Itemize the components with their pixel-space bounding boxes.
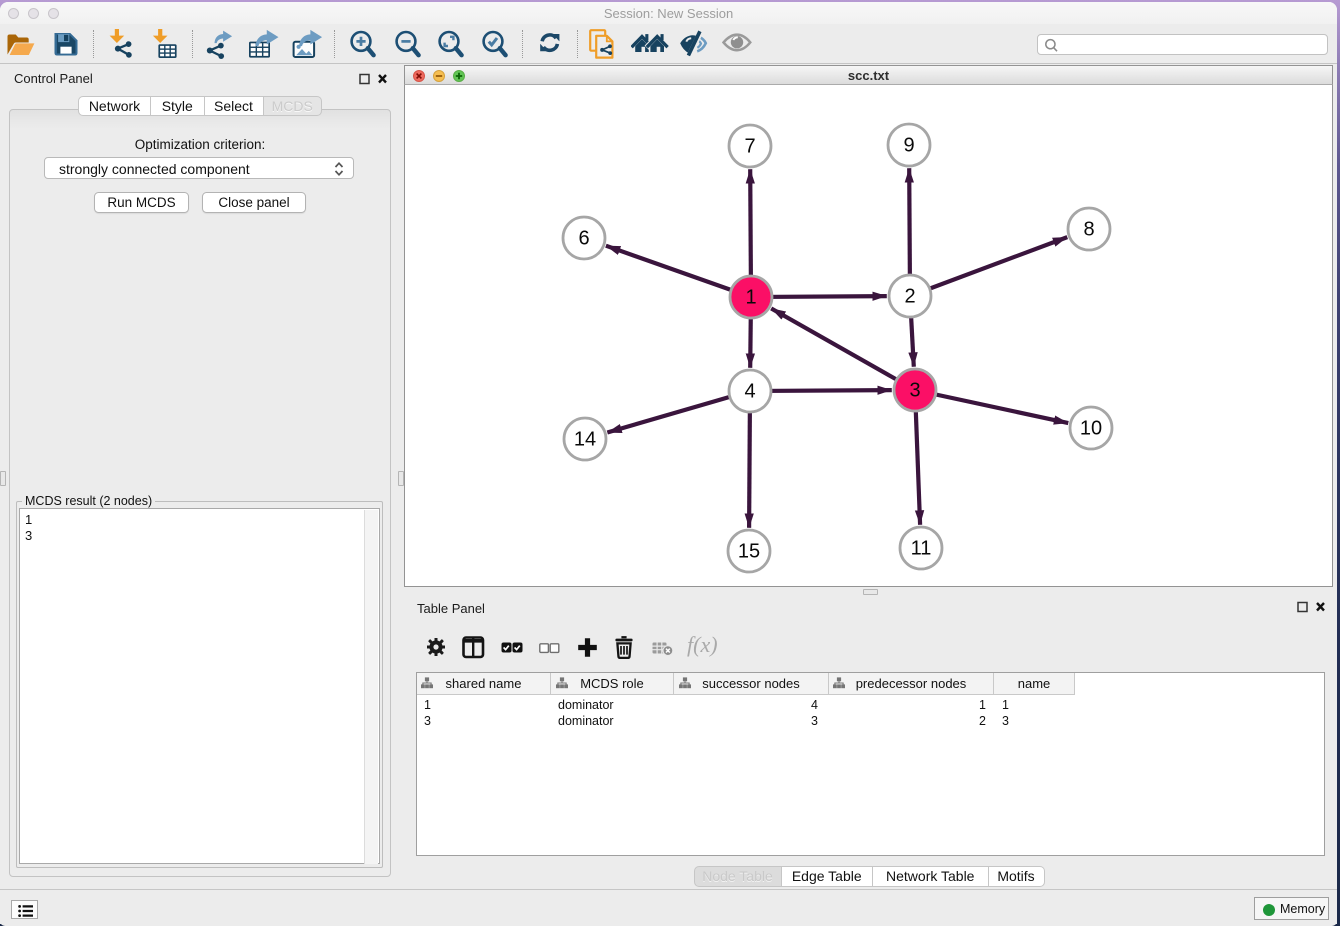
svg-text:2: 2 <box>904 286 915 308</box>
svg-text:9: 9 <box>903 135 914 157</box>
svg-text:6: 6 <box>578 228 589 250</box>
svg-text:3: 3 <box>909 380 920 402</box>
svg-text:4: 4 <box>744 381 755 403</box>
svg-text:10: 10 <box>1080 418 1102 440</box>
svg-text:7: 7 <box>744 136 755 158</box>
svg-text:1: 1 <box>745 287 756 309</box>
svg-text:15: 15 <box>738 541 760 563</box>
svg-text:8: 8 <box>1083 219 1094 241</box>
svg-text:11: 11 <box>911 538 932 560</box>
svg-text:14: 14 <box>574 429 596 451</box>
